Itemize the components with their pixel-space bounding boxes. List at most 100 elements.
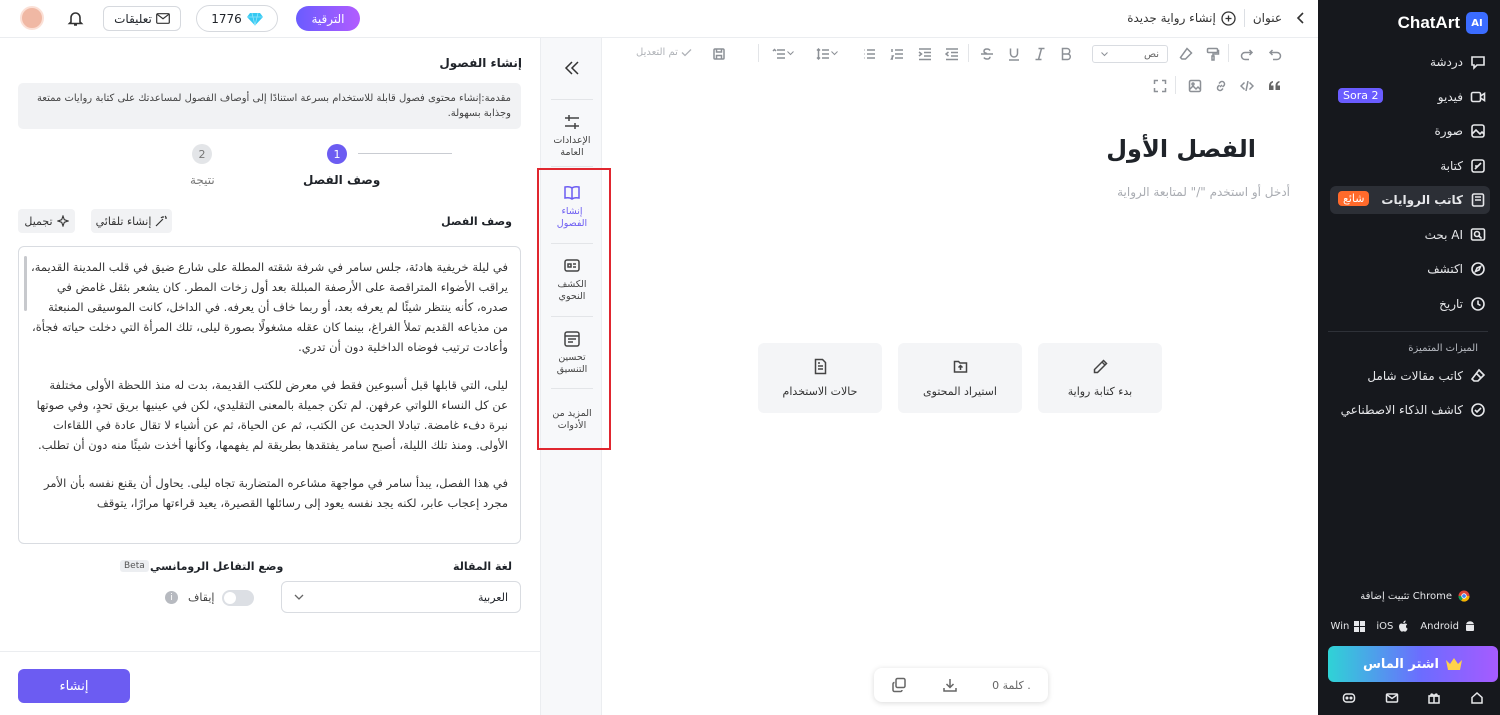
bold-icon[interactable] (1059, 47, 1073, 61)
create-button[interactable]: إنشاء (18, 669, 130, 703)
quote-icon[interactable] (1268, 80, 1281, 91)
description-paragraph: في ليلة خريفية هادئة، جلس سامر في شرفة ش… (31, 260, 508, 354)
chapter-desc-label: وصف الفصل (441, 215, 512, 228)
document-icon (814, 358, 826, 375)
sidebar-item-essay-writer[interactable]: كاتب مقالات شامل (1330, 362, 1490, 390)
discord-icon[interactable] (1342, 691, 1356, 705)
sidebar-item-label: اكتشف (1427, 262, 1463, 276)
editor-area: تم التعديل نص الفصل الأول أدخل أو استخدم… (602, 38, 1318, 715)
bell-icon[interactable] (67, 10, 84, 27)
mail-icon[interactable] (1385, 691, 1399, 705)
brand-name: ChatArt (1397, 13, 1460, 32)
envelope-icon (155, 13, 170, 24)
feedback-button[interactable]: تعليقات (103, 6, 181, 31)
textarea-scrollbar[interactable] (24, 256, 27, 311)
link-icon[interactable] (1214, 79, 1228, 93)
image-icon (1471, 124, 1485, 138)
trending-badge: شائع (1338, 191, 1370, 206)
bullet-list-icon[interactable] (862, 47, 876, 61)
sidebar-item-discover[interactable]: اكتشف (1330, 255, 1490, 283)
brand[interactable]: ChatArt AI (1398, 12, 1488, 34)
avatar[interactable] (20, 6, 44, 30)
import-content-card[interactable]: استيراد المحتوى (898, 343, 1022, 413)
eraser-icon (1470, 368, 1486, 382)
save-icon[interactable] (712, 47, 726, 61)
new-novel-button[interactable]: إنشاء رواية جديدة (1127, 10, 1236, 26)
sidebar-item-image[interactable]: صورة (1330, 117, 1490, 145)
code-icon[interactable] (1240, 79, 1254, 93)
check-icon (681, 49, 692, 57)
android-icon[interactable] (1464, 620, 1476, 632)
start-writing-card[interactable]: بدء كتابة رواية (1038, 343, 1162, 413)
info-icon[interactable]: i (165, 591, 178, 604)
format-painter-icon[interactable] (1206, 47, 1220, 61)
chevron-down-icon[interactable] (831, 51, 838, 56)
apple-icon[interactable] (1398, 620, 1409, 632)
platform-android[interactable]: Android (1420, 621, 1459, 632)
home-icon[interactable] (1470, 691, 1484, 705)
chapter-title[interactable]: الفصل الأول (1106, 135, 1256, 163)
sidebar-item-ai-detector[interactable]: كاشف الذكاء الاصطناعي (1330, 396, 1490, 424)
copy-icon[interactable] (891, 677, 907, 693)
collapse-icon[interactable] (564, 61, 580, 75)
sidebar-item-label: كتابة (1440, 159, 1463, 173)
step-2-circle: 2 (192, 144, 212, 164)
word-count: 0 كلمة . (992, 678, 1031, 692)
description-paragraph: ليلى، التي قابلها قبل أسبوعين فقط في معر… (36, 378, 508, 452)
outdent-icon[interactable] (945, 47, 959, 61)
redo-icon[interactable] (1240, 47, 1254, 61)
use-cases-card[interactable]: حالات الاستخدام (758, 343, 882, 413)
strikethrough-icon[interactable] (980, 47, 994, 61)
brand-logo-icon: AI (1466, 12, 1488, 34)
download-icon[interactable] (942, 677, 958, 693)
platform-win[interactable]: Win (1331, 621, 1350, 632)
card-label: استيراد المحتوى (923, 385, 997, 398)
sidebar-item-writing[interactable]: كتابة (1330, 152, 1490, 180)
sidebar-divider (1328, 331, 1488, 332)
sidebar-item-chat[interactable]: دردشة (1330, 48, 1490, 76)
toolbar-divider (1228, 44, 1229, 62)
diamond-balance[interactable]: 1776 (196, 5, 278, 32)
language-select[interactable]: العربية (281, 581, 521, 613)
upgrade-button[interactable]: الترقية (296, 6, 360, 31)
install-chrome-extension[interactable]: تثبيت إضافة Chrome (1360, 590, 1470, 602)
back-chevron-icon[interactable] (1296, 12, 1306, 24)
chapter-creator-panel: إنشاء الفصول مقدمة:إنشاء محتوى فصول قابل… (0, 38, 540, 715)
editor-placeholder[interactable]: أدخل أو استخدم "/" لمتابعة الرواية (1117, 185, 1290, 199)
step-2-label: نتيجة (190, 173, 215, 187)
sidebar-item-ai-search[interactable]: بحث AI (1330, 221, 1490, 249)
language-value: العربية (477, 590, 508, 604)
sidebar-item-history[interactable]: تاريخ (1330, 290, 1490, 318)
gift-icon[interactable] (1427, 691, 1441, 705)
auto-create-button[interactable]: إنشاء تلقائي (91, 209, 172, 233)
sidebar-item-label: بحث AI (1424, 228, 1463, 242)
tool-general-settings[interactable]: الإعدادات العامة (541, 113, 603, 159)
install-label: تثبيت إضافة Chrome (1360, 590, 1452, 602)
font-style-select[interactable]: نص (1092, 45, 1168, 63)
buy-diamonds-button[interactable]: اشتر الماس (1328, 646, 1498, 682)
numbered-list-icon[interactable] (890, 47, 904, 61)
pen-icon (1471, 159, 1485, 173)
line-spacing-icon[interactable] (772, 47, 786, 61)
sidebar-item-video[interactable]: Sora 2 فيديو (1330, 83, 1490, 111)
sparkle-icon (56, 215, 69, 227)
top-bar: إنشاء رواية جديدة عنوان تعليقات 1776 الت… (0, 0, 1318, 38)
insert-image-icon[interactable] (1188, 79, 1202, 93)
title-label[interactable]: عنوان (1253, 11, 1282, 25)
platform-ios[interactable]: iOS (1376, 621, 1393, 632)
chevron-down-icon[interactable] (787, 51, 794, 56)
romance-mode-toggle[interactable] (222, 590, 254, 606)
magic-wand-icon (155, 215, 168, 227)
sidebar-item-novel-writer[interactable]: شائع كاتب الروايات (1330, 186, 1490, 214)
clear-format-icon[interactable] (1179, 47, 1193, 61)
italic-icon[interactable] (1033, 47, 1047, 61)
chapter-description-textarea[interactable]: في ليلة خريفية هادئة، جلس سامر في شرفة ش… (18, 246, 521, 544)
toggle-state-label: إيقاف (188, 591, 215, 604)
windows-icon[interactable] (1354, 620, 1366, 632)
paragraph-spacing-icon[interactable] (816, 47, 830, 61)
undo-icon[interactable] (1268, 47, 1282, 61)
underline-icon[interactable] (1007, 47, 1021, 61)
indent-icon[interactable] (918, 47, 932, 61)
beautify-button[interactable]: تجميل (18, 209, 75, 233)
fullscreen-icon[interactable] (1153, 79, 1167, 93)
